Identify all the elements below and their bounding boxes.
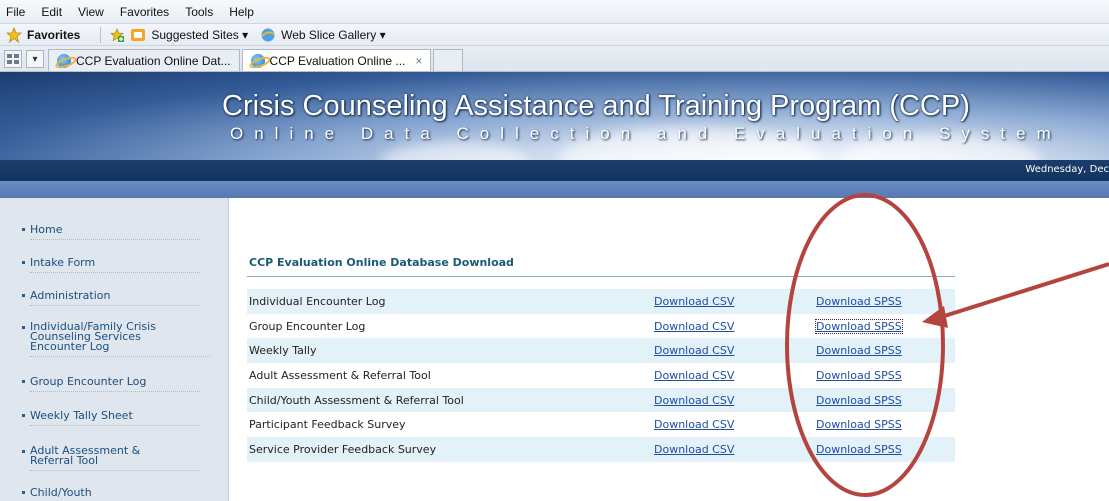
download-spss-link[interactable]: Download SPSS	[816, 369, 902, 382]
sidebar-item-individual-family-log[interactable]: Individual/Family Crisis Counseling Serv…	[22, 320, 210, 357]
sidebar-item-label: Weekly Tally Sheet	[30, 409, 133, 422]
menu-edit[interactable]: Edit	[41, 5, 62, 19]
download-spss-link[interactable]: Download SPSS	[816, 418, 902, 431]
download-csv-link[interactable]: Download CSV	[654, 344, 734, 357]
favorites-label: Favorites	[27, 27, 81, 42]
bullet-icon	[22, 294, 25, 297]
dataset-name: Group Encounter Log	[249, 319, 366, 333]
table-row: Adult Assessment & Referral Tool Downloa…	[247, 363, 955, 388]
menu-file[interactable]: File	[6, 5, 25, 19]
sidebar-nav: Home Intake Form Administration Individu…	[0, 198, 229, 501]
banner-subtitle: Online Data Collection and Evaluation Sy…	[230, 124, 1062, 143]
download-csv-link[interactable]: Download CSV	[654, 394, 734, 407]
ie-page-icon	[57, 53, 71, 68]
download-spss-link[interactable]: Download SPSS	[816, 394, 902, 407]
sidebar-item-label: Adult Assessment & Referral Tool	[30, 444, 141, 467]
sidebar-item-label: Home	[30, 223, 63, 236]
bullet-icon	[22, 450, 25, 453]
bullet-icon	[22, 228, 25, 231]
sidebar-item-weekly-tally-sheet[interactable]: Weekly Tally Sheet	[22, 409, 200, 426]
menu-view[interactable]: View	[78, 5, 104, 19]
menu-favorites[interactable]: Favorites	[120, 5, 169, 19]
download-spss-link[interactable]: Download SPSS	[816, 443, 902, 456]
menu-help[interactable]: Help	[229, 5, 254, 19]
menu-tools[interactable]: Tools	[185, 5, 213, 19]
favorites-star-icon	[6, 26, 22, 43]
new-tab-button[interactable]	[433, 49, 464, 71]
sidebar-item-intake-form[interactable]: Intake Form	[22, 256, 200, 273]
sidebar-item-group-encounter-log[interactable]: Group Encounter Log	[22, 375, 200, 392]
sidebar-item-label: Group Encounter Log	[30, 375, 147, 388]
table-row: Individual Encounter Log Download CSV Do…	[247, 289, 955, 314]
quick-tabs-icon[interactable]	[4, 50, 22, 68]
annotation-arrow-line	[937, 262, 1109, 320]
sidebar-item-home[interactable]: Home	[22, 223, 200, 240]
download-csv-link[interactable]: Download CSV	[654, 418, 734, 431]
sidebar-item-label: Individual/Family Crisis Counseling Serv…	[30, 320, 156, 353]
bullet-icon	[22, 326, 25, 329]
download-csv-link[interactable]: Download CSV	[654, 320, 734, 333]
bullet-icon	[22, 491, 25, 494]
web-slice-icon	[261, 28, 275, 41]
heading-divider	[247, 276, 955, 277]
suggested-sites-label: Suggested Sites ▾	[151, 27, 249, 42]
tab-label: CCP Evaluation Online ...	[269, 53, 406, 68]
download-table: Individual Encounter Log Download CSV Do…	[247, 289, 955, 462]
download-spss-link[interactable]: Download SPSS	[816, 295, 902, 308]
dataset-name: Service Provider Feedback Survey	[249, 443, 437, 457]
sidebar-item-administration[interactable]: Administration	[22, 289, 200, 306]
download-csv-link[interactable]: Download CSV	[654, 443, 734, 456]
dataset-name: Adult Assessment & Referral Tool	[249, 369, 431, 383]
table-row: Child/Youth Assessment & Referral Tool D…	[247, 387, 955, 413]
tab-ccp-evaluation-active[interactable]: CCP Evaluation Online ... ×	[241, 49, 432, 71]
web-slice-gallery-label: Web Slice Gallery ▾	[281, 27, 386, 42]
browser-menu-bar: File Edit View Favorites Tools Help	[0, 0, 1109, 24]
cloud-graphic	[380, 142, 530, 160]
sidebar-item-adult-assessment[interactable]: Adult Assessment & Referral Tool	[22, 444, 200, 471]
download-csv-link[interactable]: Download CSV	[654, 369, 734, 382]
tab-ccp-database[interactable]: CCP Evaluation Online Dat...	[48, 49, 240, 71]
download-spss-link[interactable]: Download SPSS	[816, 344, 902, 357]
bullet-icon	[22, 380, 25, 383]
date-strip: Wednesday, Dec	[0, 160, 1109, 198]
tab-label: CCP Evaluation Online Dat...	[76, 53, 231, 68]
dataset-name: Weekly Tally	[249, 344, 317, 358]
sidebar-item-child-youth[interactable]: Child/Youth	[22, 486, 200, 501]
banner-title: Crisis Counseling Assistance and Trainin…	[222, 90, 970, 122]
bullet-icon	[22, 414, 25, 417]
nav-strip-dark	[0, 160, 1109, 181]
sidebar-item-label: Administration	[30, 289, 111, 302]
page: File Edit View Favorites Tools Help Favo…	[0, 0, 1109, 501]
sidebar-item-label: Child/Youth	[30, 486, 92, 499]
sidebar-item-label: Intake Form	[30, 256, 96, 269]
close-tab-icon[interactable]: ×	[415, 54, 422, 68]
table-row: Participant Feedback Survey Download CSV…	[247, 412, 955, 437]
table-row: Weekly Tally Download CSV Download SPSS	[247, 338, 955, 364]
bullet-icon	[22, 261, 25, 264]
dataset-name: Individual Encounter Log	[249, 295, 386, 308]
dataset-name: Participant Feedback Survey	[249, 418, 406, 432]
dataset-name: Child/Youth Assessment & Referral Tool	[249, 393, 464, 407]
add-to-favorites-icon[interactable]	[109, 27, 125, 43]
favbar-divider	[100, 26, 102, 43]
current-date: Wednesday, Dec	[1025, 164, 1109, 175]
ie-page-icon	[250, 53, 265, 68]
table-row: Service Provider Feedback Survey Downloa…	[247, 437, 955, 462]
browser-tab-bar: ▾ CCP Evaluation Online Dat... CCP Evalu…	[0, 46, 1109, 72]
download-csv-link[interactable]: Download CSV	[654, 295, 734, 308]
web-slice-gallery-button[interactable]: Web Slice Gallery ▾	[260, 27, 386, 43]
download-spss-link[interactable]: Download SPSS	[815, 318, 903, 334]
suggested-sites-icon	[131, 28, 146, 41]
page-title: CCP Evaluation Online Database Download	[249, 256, 514, 269]
site-banner: Crisis Counseling Assistance and Trainin…	[0, 72, 1109, 160]
favorites-bar: Favorites Suggested Sites ▾ Web Slice Ga…	[0, 24, 1109, 46]
favorites-button[interactable]: Favorites	[6, 26, 81, 43]
table-row: Group Encounter Log Download CSV Downloa…	[247, 314, 955, 339]
tab-list-dropdown-icon[interactable]: ▾	[26, 50, 44, 68]
nav-strip-light	[0, 181, 1109, 198]
suggested-sites-button[interactable]: Suggested Sites ▾	[130, 27, 248, 43]
